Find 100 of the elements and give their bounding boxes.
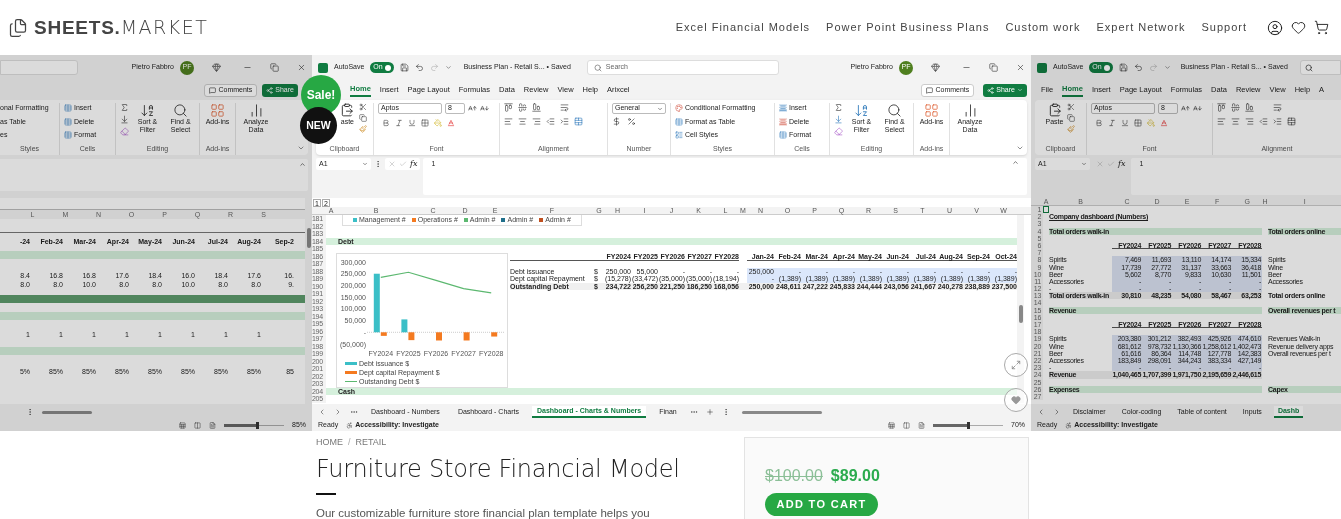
paste-icon[interactable] (1047, 103, 1062, 117)
decrease-indent-icon[interactable] (1259, 117, 1268, 126)
scrollbar-thumb[interactable] (741, 410, 822, 414)
italic-icon[interactable] (1108, 119, 1116, 127)
search-field[interactable] (0, 60, 78, 75)
shrink-font-icon[interactable] (480, 104, 489, 113)
align-middle-icon[interactable] (1231, 103, 1240, 112)
more-sheets-icon[interactable] (350, 408, 358, 416)
percent-icon[interactable] (627, 117, 636, 126)
clear-icon[interactable] (120, 127, 129, 136)
borders-icon[interactable] (421, 119, 429, 127)
close-icon[interactable] (1016, 63, 1025, 72)
copy-icon[interactable] (359, 114, 367, 122)
fill-icon[interactable] (834, 115, 843, 124)
increase-indent-icon[interactable] (560, 117, 569, 126)
fill-color-icon[interactable] (434, 119, 442, 127)
format-painter-icon[interactable] (359, 125, 367, 133)
diamond-icon[interactable] (931, 63, 940, 72)
currency-icon[interactable] (612, 117, 621, 126)
nav-link[interactable]: Power Point Business Plans (826, 19, 990, 36)
align-right-icon[interactable] (1245, 117, 1254, 126)
nav-link[interactable]: Support (1201, 19, 1247, 36)
align-top-icon[interactable] (504, 103, 513, 112)
add-sheet-icon[interactable] (705, 408, 714, 416)
increase-indent-icon[interactable] (1273, 117, 1282, 126)
wrap-text-icon[interactable] (1273, 103, 1282, 112)
save-icon[interactable] (1118, 63, 1128, 72)
decrease-indent-icon[interactable] (546, 117, 555, 126)
previous-sheet-icon[interactable] (318, 408, 326, 416)
wishlist-icon[interactable] (1291, 20, 1306, 35)
scrollbar-thumb[interactable] (306, 228, 311, 248)
align-middle-icon[interactable] (518, 103, 527, 112)
expand-button[interactable] (1004, 353, 1028, 377)
more-icon[interactable] (26, 408, 34, 416)
wishlist-button[interactable] (1004, 388, 1028, 412)
zoom-slider-thumb[interactable] (256, 422, 259, 429)
borders-icon[interactable] (1134, 119, 1142, 127)
save-icon[interactable] (399, 63, 409, 72)
previous-sheet-icon[interactable] (1037, 408, 1045, 416)
fill-icon[interactable] (120, 115, 129, 124)
copy-icon[interactable] (1067, 114, 1076, 122)
merge-icon[interactable] (1287, 117, 1296, 126)
underline-icon[interactable] (1121, 119, 1129, 127)
search-field[interactable] (1299, 60, 1341, 75)
shrink-font-icon[interactable] (1193, 104, 1202, 113)
formula-field[interactable] (0, 159, 308, 191)
accessibility-icon[interactable] (346, 422, 354, 429)
align-left-icon[interactable] (1217, 117, 1226, 126)
nav-link[interactable]: Custom work (1005, 19, 1081, 36)
align-center-icon[interactable] (518, 117, 527, 126)
grow-font-icon[interactable] (1181, 104, 1190, 113)
font-color-icon[interactable] (447, 119, 455, 127)
normal-view-icon[interactable] (888, 422, 895, 429)
bold-icon[interactable] (382, 119, 390, 127)
scrollbar-thumb[interactable] (1018, 305, 1023, 323)
cart-icon[interactable] (1314, 20, 1329, 35)
nav-link[interactable]: Expert Network (1096, 19, 1186, 36)
diamond-icon[interactable] (212, 63, 221, 72)
nav-link[interactable]: Excel Financial Models (675, 19, 811, 36)
undo-icon[interactable] (414, 63, 424, 72)
align-right-icon[interactable] (532, 117, 541, 126)
page-break-icon[interactable] (209, 422, 216, 429)
more-sheets-icon[interactable] (689, 408, 698, 416)
logo[interactable]: SHEETS.MARKET (34, 12, 209, 43)
restore-icon[interactable] (270, 63, 279, 72)
grow-font-icon[interactable] (468, 104, 477, 113)
breadcrumb-link[interactable]: RETAIL (355, 437, 387, 448)
undo-icon[interactable] (1133, 63, 1143, 72)
more-icon[interactable] (374, 160, 382, 168)
fill-color-icon[interactable] (1147, 119, 1155, 127)
insert-function-button[interactable]: fx (1118, 158, 1126, 170)
accessibility-icon[interactable] (1065, 422, 1073, 429)
restore-icon[interactable] (989, 63, 998, 72)
italic-icon[interactable] (395, 119, 403, 127)
clear-icon[interactable] (834, 127, 843, 136)
autosum-icon[interactable] (120, 103, 129, 112)
next-sheet-icon[interactable] (1053, 408, 1061, 416)
align-bottom-icon[interactable] (532, 103, 541, 112)
bold-icon[interactable] (1095, 119, 1103, 127)
cut-icon[interactable] (359, 103, 367, 111)
page-break-icon[interactable] (918, 422, 925, 429)
underline-icon[interactable] (408, 119, 416, 127)
align-left-icon[interactable] (504, 117, 513, 126)
merge-icon[interactable] (574, 117, 583, 126)
collapse-ribbon-icon[interactable] (297, 144, 305, 152)
cut-icon[interactable] (1067, 103, 1076, 111)
autosum-icon[interactable] (834, 103, 843, 112)
collapse-ribbon-icon[interactable] (1016, 144, 1024, 152)
zoom-slider-thumb[interactable] (967, 422, 970, 429)
align-bottom-icon[interactable] (1245, 103, 1254, 112)
scrollbar-thumb[interactable] (42, 410, 92, 414)
close-icon[interactable] (297, 63, 306, 72)
page-layout-icon[interactable] (903, 422, 910, 429)
font-color-icon[interactable] (1160, 119, 1168, 127)
wrap-text-icon[interactable] (560, 103, 569, 112)
account-icon[interactable] (1267, 19, 1283, 36)
format-painter-icon[interactable] (1067, 125, 1076, 133)
align-top-icon[interactable] (1217, 103, 1226, 112)
paste-icon[interactable] (340, 103, 354, 117)
next-sheet-icon[interactable] (334, 408, 342, 416)
